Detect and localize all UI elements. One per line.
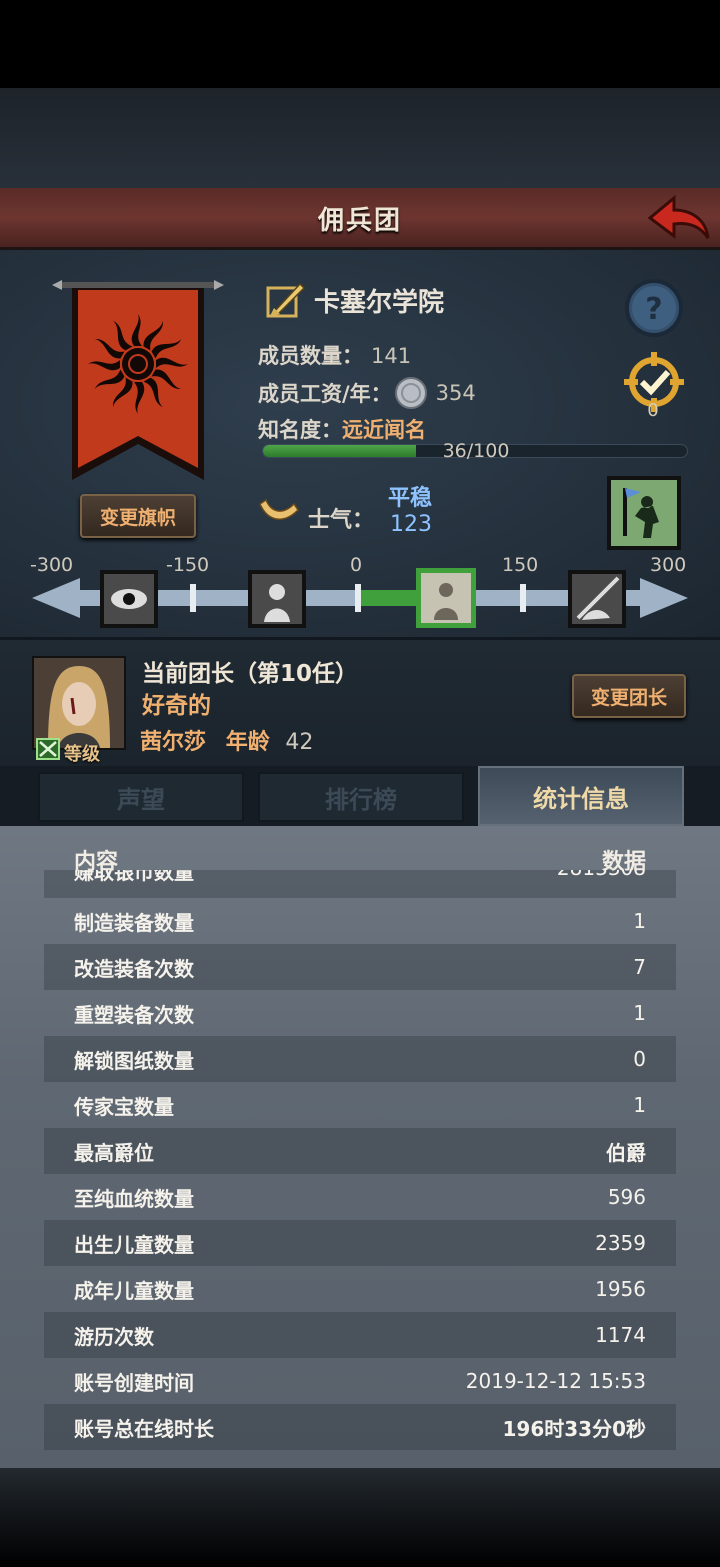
members-line: 成员数量： 141 bbox=[258, 340, 411, 370]
question-mark-icon: ? bbox=[625, 279, 683, 337]
row-value: 1 bbox=[633, 1093, 646, 1117]
despair-figure-icon bbox=[248, 570, 306, 628]
back-arrow-icon bbox=[647, 194, 710, 239]
bottom-backdrop bbox=[0, 1468, 720, 1567]
leader-name: 茜尔莎 bbox=[140, 730, 207, 755]
table-row: 账号总在线时长 196时33分0秒 bbox=[44, 1404, 676, 1450]
row-value: 2019-12-12 15:53 bbox=[465, 1369, 646, 1393]
row-label: 赚取银币数量 bbox=[74, 870, 194, 884]
table-row: 解锁图纸数量 0 bbox=[44, 1036, 676, 1082]
row-label: 游历次数 bbox=[74, 1324, 154, 1349]
leader-age-value: 42 bbox=[285, 730, 314, 755]
salary-line: 成员工资/年： 354 bbox=[258, 376, 476, 410]
guild-name-row: 卡塞尔学院 bbox=[264, 280, 444, 320]
table-row: 制造装备数量 1 bbox=[44, 898, 676, 944]
morale-status: 平稳 bbox=[388, 486, 433, 511]
row-label: 改造装备次数 bbox=[74, 956, 194, 981]
help-button[interactable]: ? bbox=[624, 278, 684, 338]
salary-label: 成员工资/年： bbox=[258, 382, 392, 406]
fervor-spear-icon bbox=[568, 570, 626, 628]
table-row: 至纯血统数量 596 bbox=[44, 1174, 676, 1220]
scale-tick bbox=[355, 584, 361, 612]
leader-trait: 好奇的 bbox=[142, 693, 211, 719]
row-value: 1956 bbox=[595, 1277, 646, 1301]
checkbox-icon bbox=[36, 738, 60, 760]
table-row: 最高爵位 伯爵 bbox=[44, 1128, 676, 1174]
tab-reputation[interactable]: 声望 bbox=[38, 772, 244, 822]
row-value: 1 bbox=[633, 909, 646, 933]
tab-leaderboard[interactable]: 排行榜 bbox=[258, 772, 464, 822]
row-value: 伯爵 bbox=[606, 1140, 646, 1165]
row-label: 出生儿童数量 bbox=[74, 1232, 194, 1257]
table-row: 赚取银币数量 2813308 bbox=[44, 870, 676, 898]
morale-track bbox=[32, 568, 688, 628]
table-row: 游历次数 1174 bbox=[44, 1312, 676, 1358]
row-value: 0 bbox=[633, 1047, 646, 1071]
table-row: 传家宝数量 1 bbox=[44, 1082, 676, 1128]
page-title: 佣兵团 bbox=[317, 206, 402, 236]
stats-list[interactable]: 赚取银币数量 2813308 制造装备数量 1 改造装备次数 7 重塑装备次数 … bbox=[44, 870, 676, 1450]
row-value: 7 bbox=[633, 955, 646, 979]
members-label: 成员数量： bbox=[258, 344, 363, 368]
back-arrow-button[interactable] bbox=[646, 192, 712, 244]
row-label: 解锁图纸数量 bbox=[74, 1048, 194, 1073]
morale-value: 123 bbox=[390, 512, 432, 537]
row-value: 1174 bbox=[595, 1323, 646, 1347]
svg-text:?: ? bbox=[645, 292, 662, 327]
fame-label: 知名度： bbox=[258, 418, 342, 442]
change-leader-button[interactable]: 变更团长 bbox=[572, 674, 686, 718]
flag-bearer-icon bbox=[607, 476, 681, 550]
morale-label: 士气： bbox=[308, 508, 375, 533]
row-label: 重塑装备次数 bbox=[74, 1002, 194, 1027]
row-label: 传家宝数量 bbox=[74, 1094, 174, 1119]
members-value: 141 bbox=[371, 344, 412, 368]
statistics-panel: 内容 数据 赚取银币数量 2813308 制造装备数量 1 改造装备次数 7 重… bbox=[0, 826, 720, 1468]
row-label: 至纯血统数量 bbox=[74, 1186, 194, 1211]
table-row: 改造装备次数 7 bbox=[44, 944, 676, 990]
row-value: 2359 bbox=[595, 1231, 646, 1255]
row-value: 196时33分0秒 bbox=[502, 1416, 647, 1441]
edit-quill-icon[interactable] bbox=[264, 280, 306, 320]
top-backdrop bbox=[0, 88, 720, 188]
row-label: 账号总在线时长 bbox=[74, 1416, 214, 1441]
table-row: 重塑装备次数 1 bbox=[44, 990, 676, 1036]
horn-icon bbox=[259, 498, 299, 520]
silver-coin-icon bbox=[394, 377, 427, 409]
row-value: 2813308 bbox=[557, 870, 646, 880]
title-bar: 佣兵团 bbox=[0, 188, 720, 250]
leader-panel: 等级88 当前团长（第10任） 好奇的 茜尔莎 年龄 42 变更团长 bbox=[0, 640, 720, 787]
scale-tick bbox=[190, 584, 196, 612]
tab-statistics[interactable]: 统计信息 bbox=[478, 766, 684, 826]
paranoid-eye-icon bbox=[100, 570, 158, 628]
morale-scale: -300 -150 0 150 300 bbox=[30, 554, 690, 628]
row-value: 596 bbox=[607, 1185, 646, 1209]
leader-portrait[interactable]: 等级88 bbox=[32, 656, 126, 787]
calm-figure-icon bbox=[416, 568, 476, 628]
row-label: 制造装备数量 bbox=[74, 910, 194, 935]
row-label: 成年儿童数量 bbox=[74, 1278, 194, 1303]
leader-name-row: 茜尔莎 年龄 42 bbox=[140, 724, 313, 756]
leader-avatar bbox=[34, 658, 124, 748]
leader-age-label: 年龄 bbox=[225, 730, 270, 755]
guild-name: 卡塞尔学院 bbox=[314, 287, 445, 318]
change-flag-button[interactable]: 变更旗帜 bbox=[80, 494, 196, 538]
leader-title: 当前团长（第10任） bbox=[142, 661, 359, 687]
row-label: 最高爵位 bbox=[74, 1140, 154, 1165]
row-value: 1 bbox=[633, 1001, 646, 1025]
badge-count: 0 bbox=[647, 400, 659, 421]
tab-bar: 声望 排行榜 统计信息 bbox=[0, 766, 720, 826]
scale-tick bbox=[520, 584, 526, 612]
fame-progress-text: 36/100 bbox=[442, 440, 510, 462]
row-label: 账号创建时间 bbox=[74, 1370, 194, 1395]
table-row: 出生儿童数量 2359 bbox=[44, 1220, 676, 1266]
salary-value: 354 bbox=[435, 381, 476, 405]
table-row: 成年儿童数量 1956 bbox=[44, 1266, 676, 1312]
status-bar-area bbox=[0, 0, 720, 88]
table-row: 账号创建时间 2019-12-12 15:53 bbox=[44, 1358, 676, 1404]
fame-value: 远近闻名 bbox=[342, 418, 426, 442]
guild-info-panel: 变更旗帜 卡塞尔学院 成员数量： 141 成员工资/年： 354 知名度：远近闻名… bbox=[0, 250, 720, 640]
flag-bearer-button[interactable] bbox=[607, 476, 681, 550]
